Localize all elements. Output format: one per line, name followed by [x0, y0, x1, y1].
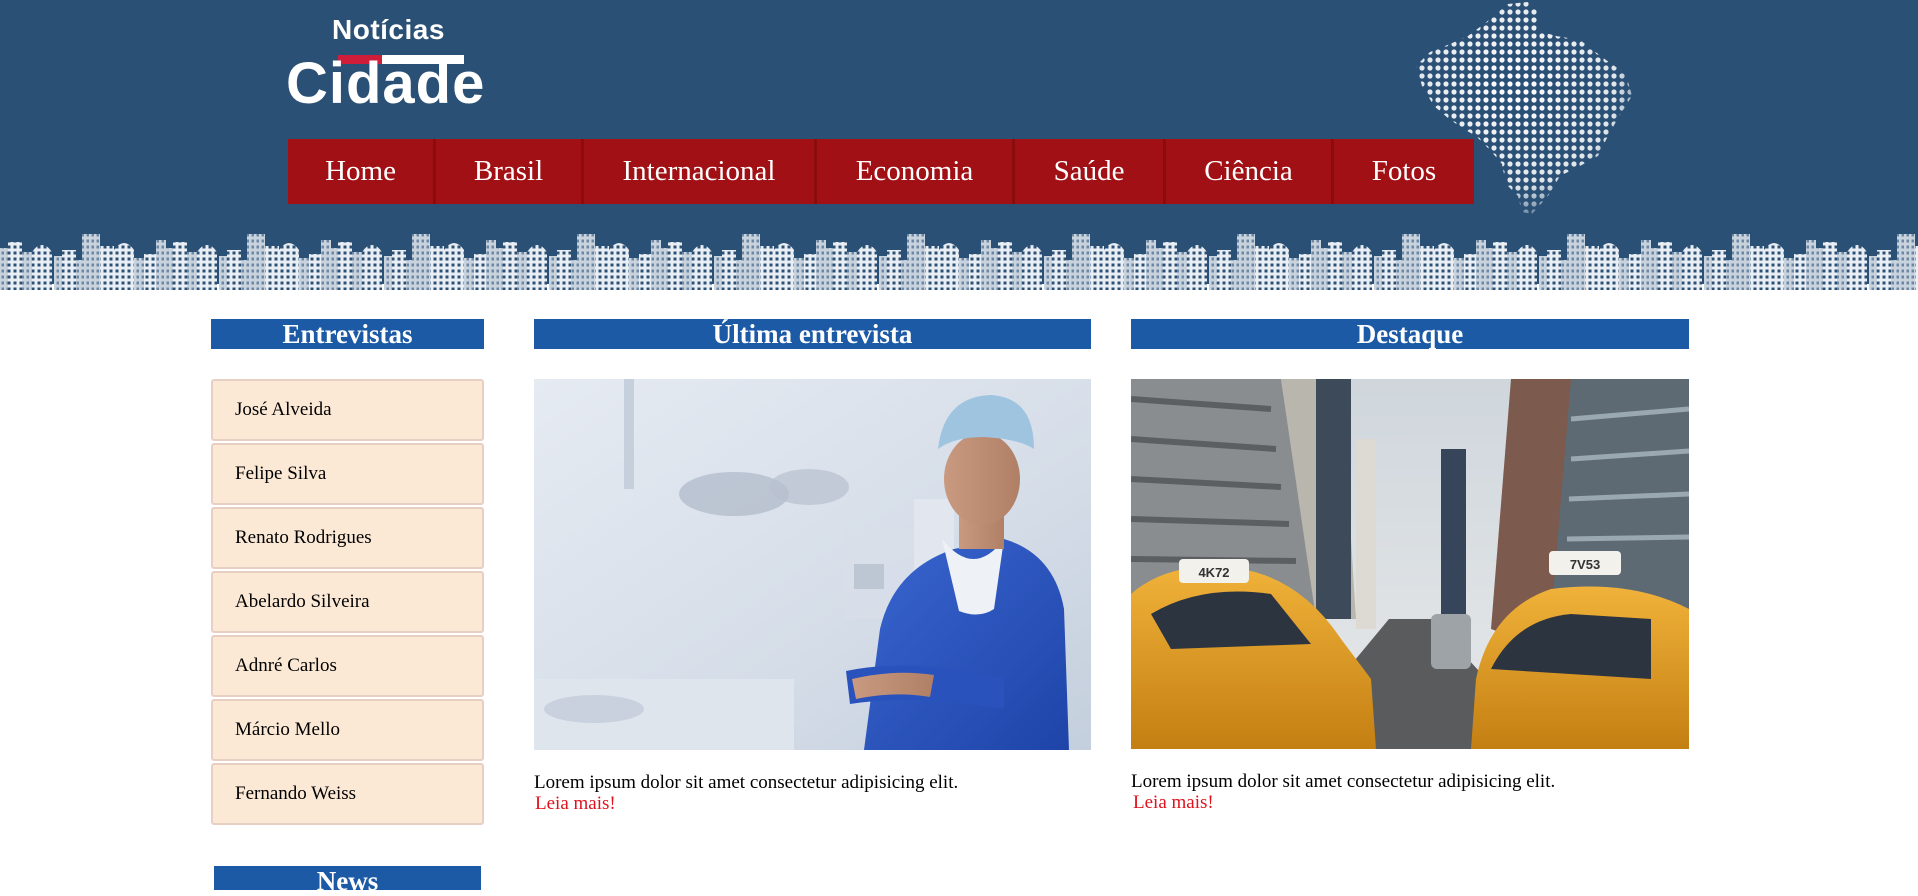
news-heading: News	[214, 866, 481, 896]
list-item[interactable]: Abelardo Silveira	[211, 571, 484, 633]
list-item[interactable]: Márcio Mello	[211, 699, 484, 761]
nav-item-saude[interactable]: Saúde	[1015, 139, 1166, 204]
nav-item-fotos[interactable]: Fotos	[1334, 139, 1474, 204]
site-header: Notícias Cidade Home Brasil Internaciona…	[0, 0, 1918, 290]
taxi-left-sign: 4K72	[1198, 565, 1229, 580]
list-item[interactable]: José Alveida	[211, 379, 484, 441]
city-skyline-banner	[0, 234, 1918, 290]
featured-read-more-link[interactable]: Leia mais!	[1133, 792, 1214, 814]
list-item[interactable]: Renato Rodrigues	[211, 507, 484, 569]
main-nav: Home Brasil Internacional Economia Saúde…	[288, 139, 1474, 204]
nav-item-home[interactable]: Home	[288, 139, 436, 204]
list-item[interactable]: Felipe Silva	[211, 443, 484, 505]
latest-interview-heading: Última entrevista	[534, 319, 1091, 349]
doctor-photo[interactable]	[534, 379, 1091, 750]
taxi-street-photo[interactable]: 4K72 7V53	[1131, 379, 1689, 749]
taxi-right-sign: 7V53	[1570, 557, 1600, 572]
nav-item-internacional[interactable]: Internacional	[584, 139, 817, 204]
nav-item-ciencia[interactable]: Ciência	[1166, 139, 1334, 204]
nav-item-economia[interactable]: Economia	[817, 139, 1015, 204]
latest-interview-text: Lorem ipsum dolor sit amet consectetur a…	[534, 772, 959, 793]
logo-top-text: Notícias	[332, 14, 445, 45]
interviews-list: José Alveida Felipe Silva Renato Rodrigu…	[211, 379, 484, 827]
interviews-heading: Entrevistas	[211, 319, 484, 349]
nav-item-brasil[interactable]: Brasil	[436, 139, 584, 204]
site-logo[interactable]: Notícias Cidade	[286, 12, 484, 116]
list-item[interactable]: Fernando Weiss	[211, 763, 484, 825]
latest-read-more-link[interactable]: Leia mais!	[535, 793, 616, 815]
list-item[interactable]: Adnré Carlos	[211, 635, 484, 697]
featured-heading: Destaque	[1131, 319, 1689, 349]
logo-main-text: Cidade	[286, 51, 486, 116]
featured-text: Lorem ipsum dolor sit amet consectetur a…	[1131, 771, 1556, 792]
